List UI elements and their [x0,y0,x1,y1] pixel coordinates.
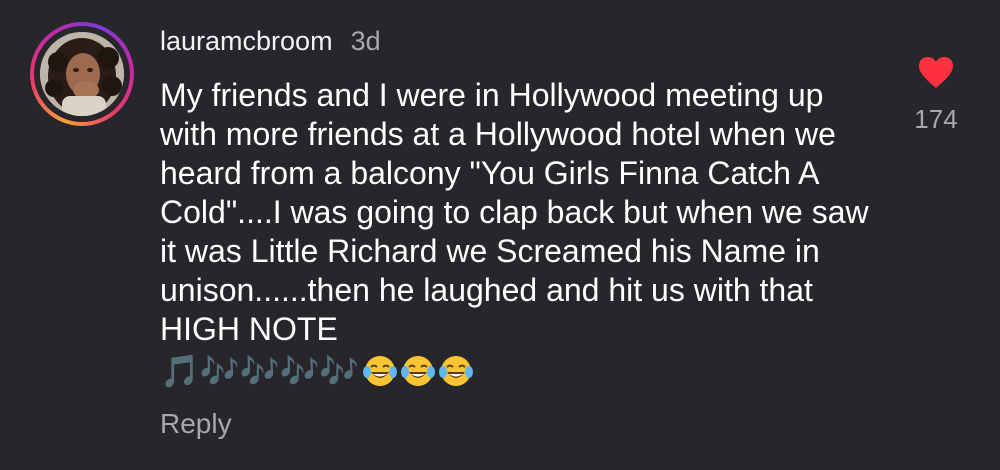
avatar-ring-gap [34,26,130,122]
tears-of-joy-emoji [401,355,436,386]
comment-text: My friends and I were in Hollywood meeti… [160,76,880,388]
reply-button[interactable]: Reply [160,408,232,440]
tears-of-joy-emoji [439,355,474,386]
avatar-story-ring[interactable] [30,22,134,126]
tears-of-joy-emoji [363,355,398,386]
like-count: 174 [914,104,958,134]
heart-icon[interactable] [918,56,954,90]
avatar-photo [40,32,124,116]
timestamp: 3d [350,26,381,56]
comment-meta: lauramcbroom 3d [160,26,381,57]
avatar[interactable] [40,32,124,116]
like-control: 174 [908,56,964,135]
comment-card: lauramcbroom 3d My friends and I were in… [0,0,1000,470]
music-notes-emoji: 🎵🎶🎶🎶🎶 [160,351,360,390]
comment-body: My friends and I were in Hollywood meeti… [160,77,869,347]
username-link[interactable]: lauramcbroom [160,26,333,57]
emoji-row: 🎵🎶🎶🎶🎶 [160,351,474,390]
